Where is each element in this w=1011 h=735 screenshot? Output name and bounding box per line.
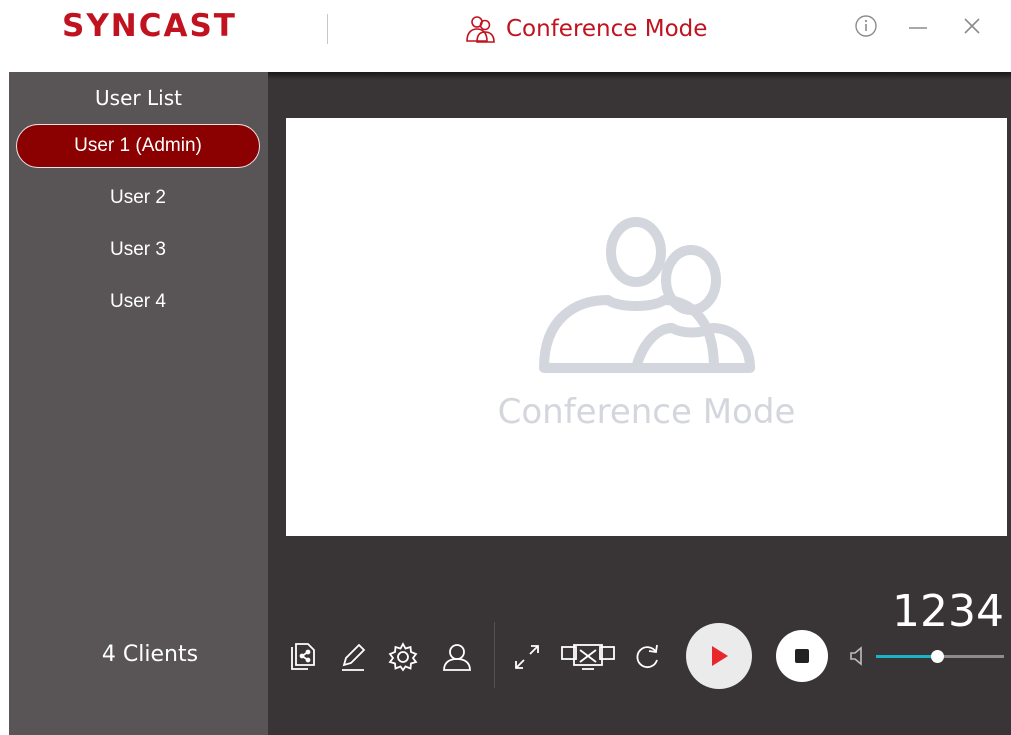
annotate-button[interactable] <box>336 640 370 674</box>
info-icon <box>855 15 877 37</box>
user-label: User 3 <box>110 239 166 260</box>
user-list-item[interactable]: User 2 <box>16 176 260 220</box>
close-button[interactable] <box>958 12 986 40</box>
pen-icon <box>342 643 366 671</box>
user-list-item[interactable]: User 3 <box>16 228 260 272</box>
close-icon <box>964 18 980 34</box>
refresh-icon <box>636 644 658 669</box>
conference-mode-icon <box>466 16 495 43</box>
expand-icon <box>515 645 539 669</box>
toolbar-divider <box>494 622 495 688</box>
window-frame <box>0 72 9 735</box>
preview-placeholder-label: Conference Mode <box>497 392 796 432</box>
refresh-button[interactable] <box>630 640 664 674</box>
user-label: User 2 <box>110 187 166 208</box>
minimize-button[interactable] <box>904 12 932 40</box>
mode-indicator: Conference Mode <box>462 14 707 44</box>
user-label: User 4 <box>110 291 166 312</box>
screen-off-icon <box>561 644 615 670</box>
share-file-button[interactable] <box>286 640 320 674</box>
user-list-title: User List <box>95 86 182 110</box>
connection-code: 1234 <box>892 586 1004 637</box>
volume-level <box>876 655 938 658</box>
info-button[interactable] <box>852 12 880 40</box>
clients-count: 4 Clients <box>101 642 199 667</box>
user-button[interactable] <box>440 640 474 674</box>
title-bar: SYNCAST Conference Mode <box>0 0 1011 72</box>
user-list: User 1 (Admin) User 2 User 3 User 4 <box>16 124 260 332</box>
stop-button[interactable] <box>776 630 828 682</box>
screen-off-button[interactable] <box>560 640 616 674</box>
fullscreen-button[interactable] <box>510 640 544 674</box>
minimize-icon <box>909 27 927 29</box>
play-button[interactable] <box>686 623 752 689</box>
user-list-item[interactable]: User 4 <box>16 280 260 324</box>
share-file-icon <box>291 643 315 670</box>
stop-icon <box>795 649 809 663</box>
volume-slider[interactable] <box>876 650 1004 663</box>
mode-title: Conference Mode <box>506 16 708 42</box>
settings-button[interactable] <box>386 640 420 674</box>
screen-preview: Conference Mode <box>286 118 1007 536</box>
app-logo: SYNCAST <box>62 8 237 44</box>
main-top-shadow <box>268 72 1011 80</box>
user-icon <box>443 644 471 671</box>
settings-icon <box>388 642 418 672</box>
user-list-item[interactable]: User 1 (Admin) <box>16 124 260 168</box>
users-icon <box>539 217 755 373</box>
user-label: User 1 (Admin) <box>74 135 202 156</box>
play-icon <box>712 646 728 666</box>
title-divider <box>327 14 328 44</box>
volume-icon[interactable] <box>848 645 866 667</box>
